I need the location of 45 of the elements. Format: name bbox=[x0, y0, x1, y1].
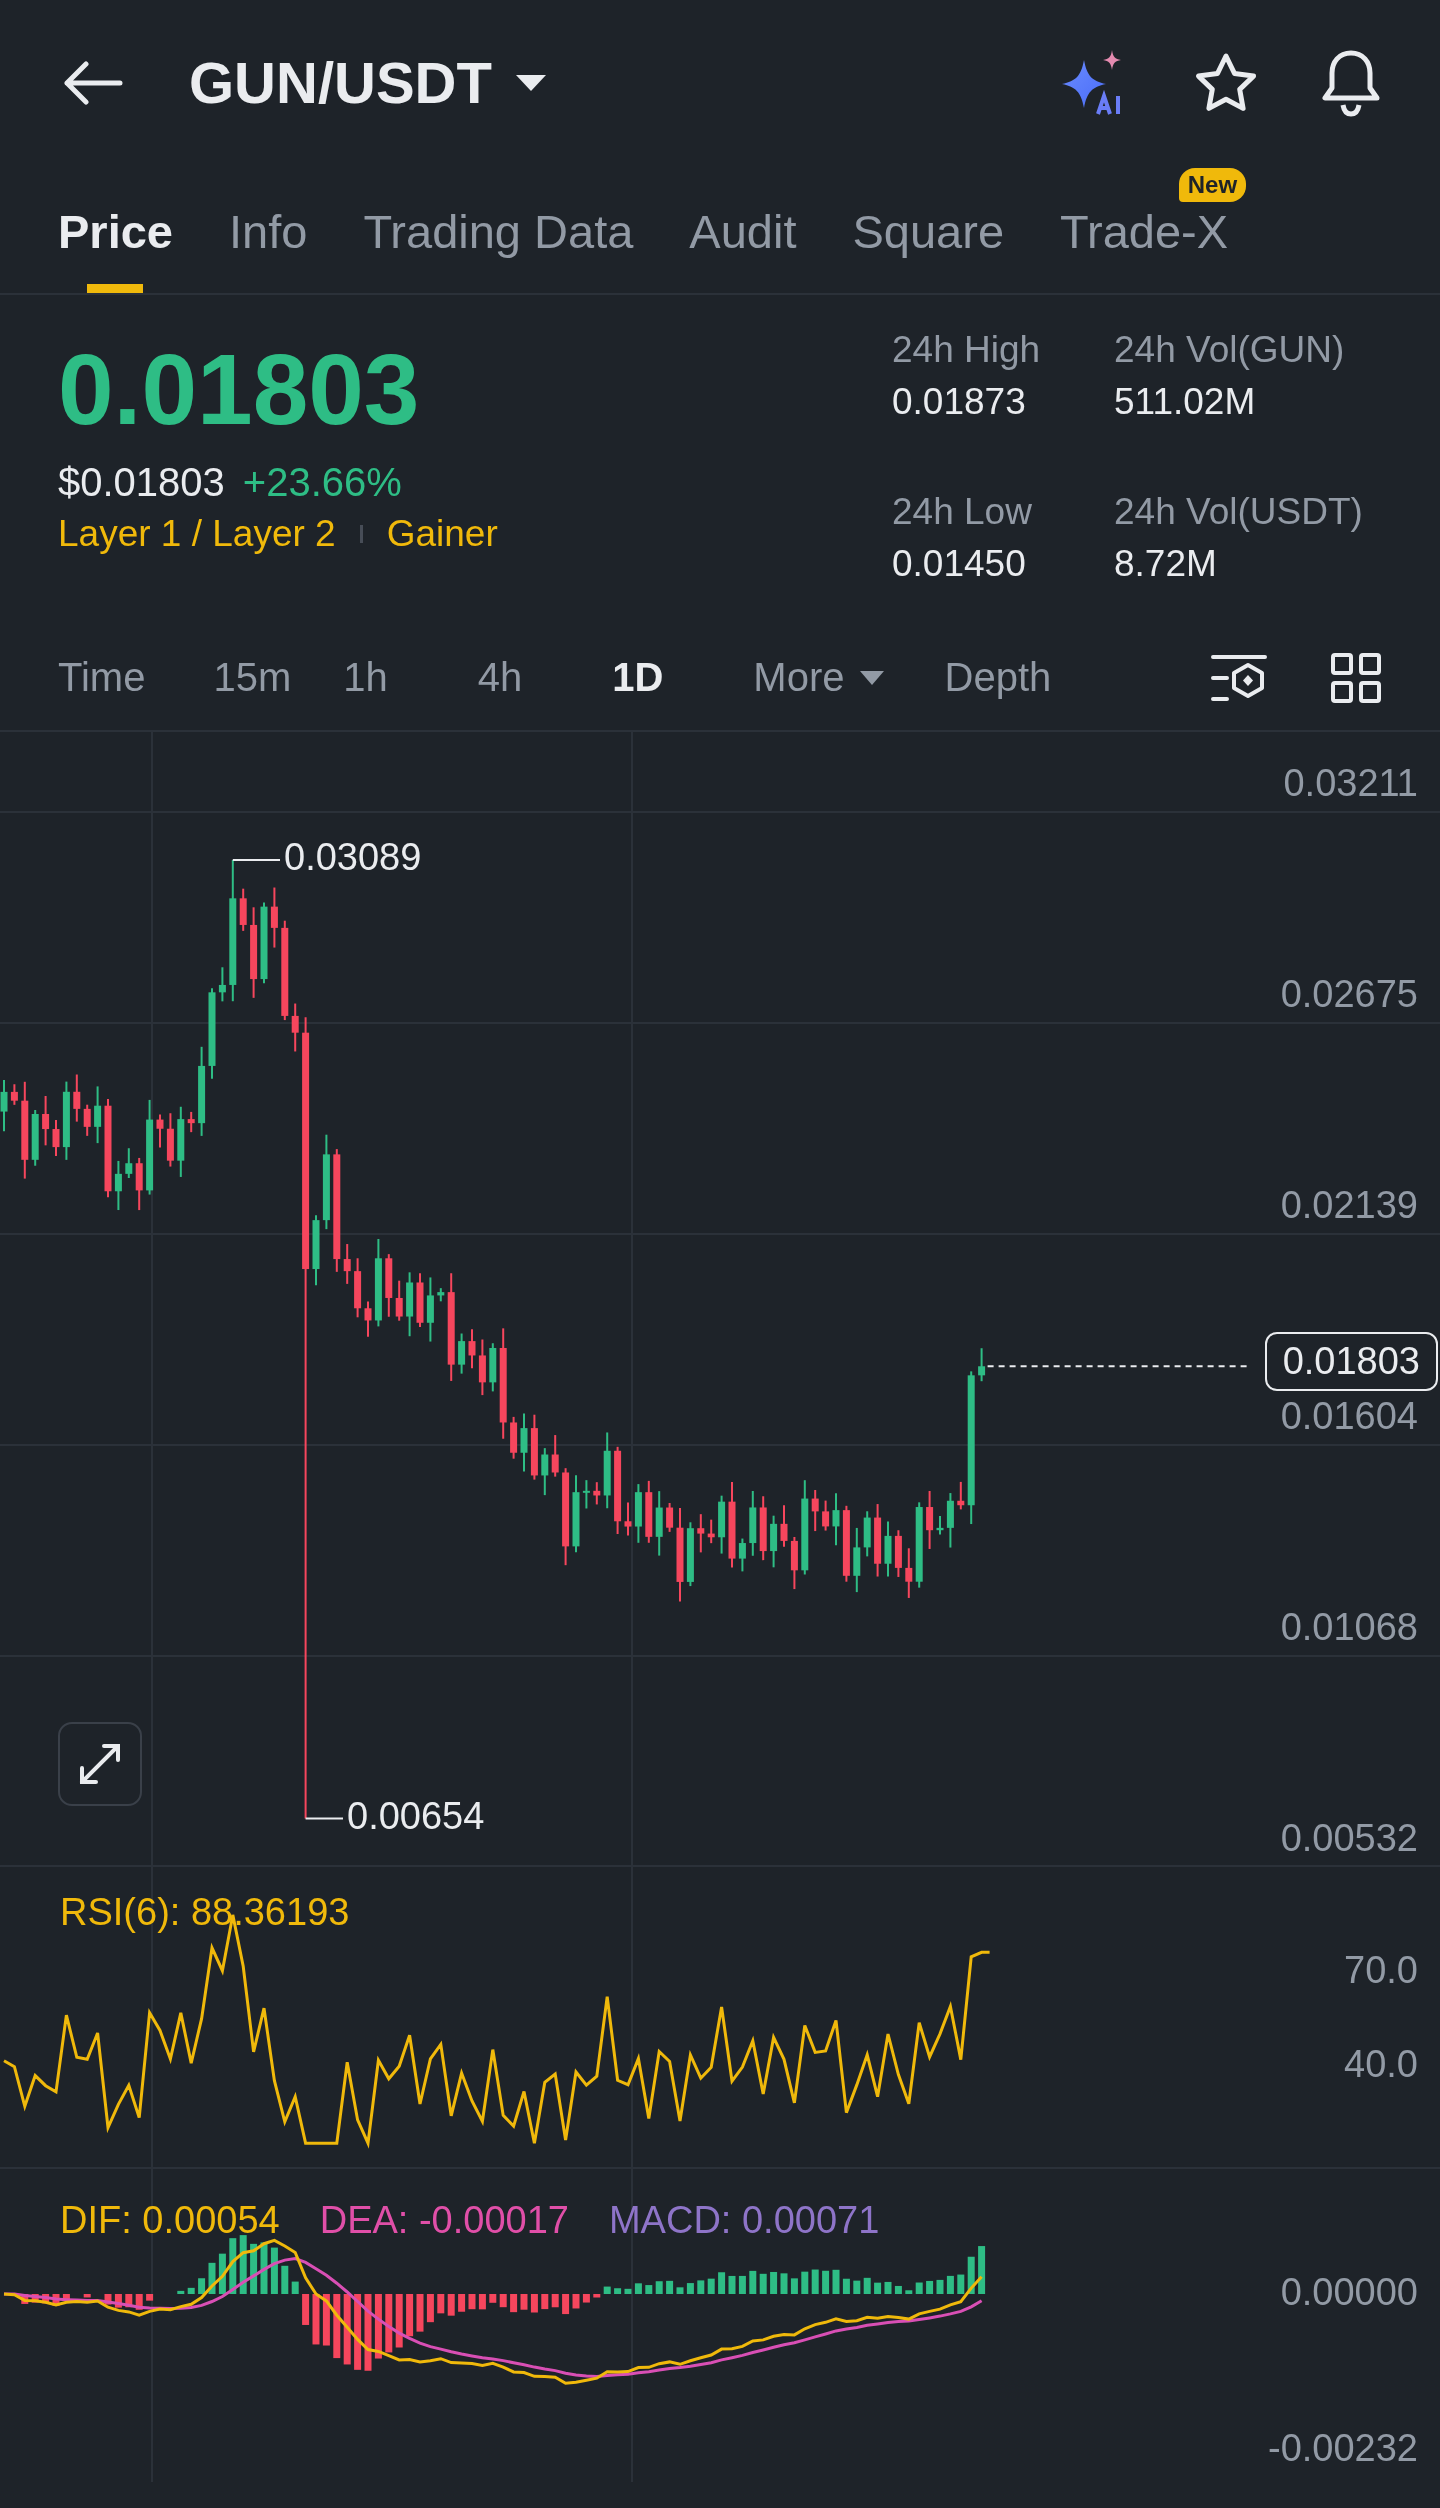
tab[interactable]: Price bbox=[58, 204, 173, 293]
stat-label: 24h Vol(USDT) bbox=[1114, 491, 1364, 533]
current-price-tag: 0.01803 bbox=[1264, 1332, 1438, 1392]
price-axis-label: 0.03211 bbox=[1283, 762, 1418, 805]
tab[interactable]: Audit bbox=[689, 204, 797, 293]
dea-label: DEA: -0.00017 bbox=[319, 2199, 569, 2242]
stat-value: 0.01450 bbox=[892, 543, 1027, 585]
macd-axis-label: 0.00000 bbox=[1280, 2271, 1418, 2314]
usd-price: $0.01803 bbox=[58, 460, 225, 505]
category-tag[interactable]: Layer 1 / Layer 2 bbox=[58, 513, 336, 555]
price-axis-label: 0.02139 bbox=[1280, 1184, 1418, 1227]
interval-tab[interactable]: 1h bbox=[343, 655, 388, 700]
rsi-axis-label: 40.0 bbox=[1344, 2043, 1418, 2086]
price-axis-label: 0.01604 bbox=[1280, 1395, 1418, 1438]
price-axis-label: 0.01068 bbox=[1280, 1606, 1418, 1649]
stat-value: 0.01873 bbox=[892, 381, 1027, 423]
tab[interactable]: Square bbox=[852, 204, 1005, 293]
low-price-label: 0.00654 bbox=[347, 1794, 485, 1838]
interval-tab[interactable]: Time bbox=[58, 655, 146, 700]
tab[interactable]: Trade-X bbox=[1060, 204, 1229, 293]
interval-tab[interactable]: 1D bbox=[612, 655, 664, 700]
stat-value: 511.02M bbox=[1114, 381, 1257, 423]
tab[interactable]: Trading Data bbox=[363, 204, 634, 293]
pair-selector[interactable]: GUN/USDT bbox=[189, 49, 548, 116]
rsi-axis-label: 70.0 bbox=[1344, 1949, 1418, 1992]
price-change: +23.66% bbox=[242, 460, 402, 505]
interval-tab[interactable]: 15m bbox=[213, 655, 292, 700]
rsi-label: RSI(6): 88.36193 bbox=[60, 1891, 350, 1934]
category-tag[interactable]: Gainer bbox=[386, 513, 498, 555]
interval-tab[interactable]: Depth bbox=[944, 655, 1052, 700]
price-axis-label: 0.02675 bbox=[1280, 973, 1418, 1016]
stat-value: 8.72M bbox=[1114, 543, 1218, 585]
interval-tab[interactable]: More bbox=[753, 655, 885, 700]
price-axis-label: 0.00532 bbox=[1280, 1817, 1418, 1860]
last-price: 0.01803 bbox=[58, 337, 421, 442]
high-price-label: 0.03089 bbox=[284, 836, 422, 879]
dif-label: DIF: 0.00054 bbox=[60, 2199, 280, 2242]
macd-axis-label: -0.00232 bbox=[1268, 2427, 1418, 2470]
stat-label: 24h Low bbox=[892, 491, 1033, 533]
tab[interactable]: Info bbox=[229, 204, 308, 293]
stat-label: 24h Vol(GUN) bbox=[1114, 329, 1346, 371]
new-badge: New bbox=[1178, 168, 1247, 202]
interval-tab[interactable]: 4h bbox=[477, 655, 523, 700]
stat-label: 24h High bbox=[892, 329, 1042, 371]
macd-label: MACD: 0.00071 bbox=[608, 2199, 880, 2242]
